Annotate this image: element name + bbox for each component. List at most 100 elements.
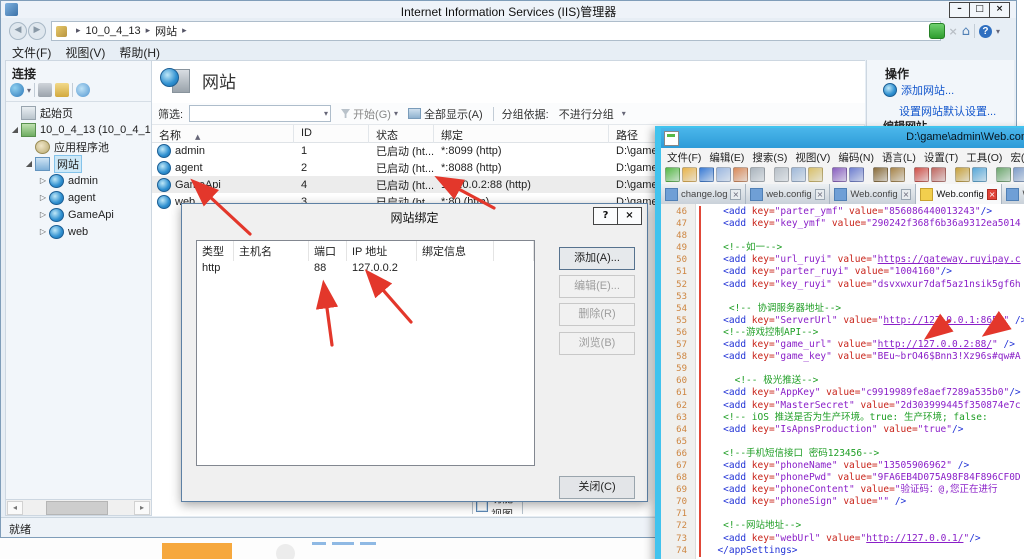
print-icon[interactable]: [750, 167, 765, 182]
notepad-menu-item[interactable]: 宏(M): [1006, 148, 1024, 165]
binding-column-端口[interactable]: 端口: [309, 241, 347, 261]
binding-column-绑定信息[interactable]: 绑定信息: [417, 241, 494, 261]
tree-expander[interactable]: ▷: [38, 193, 48, 202]
tab-close-icon[interactable]: ×: [815, 189, 826, 200]
search-icon[interactable]: [76, 83, 90, 97]
code-line[interactable]: 60 <!-- 极光推送-->: [661, 375, 1024, 387]
code-line[interactable]: 67 <add key="phoneName" value="135059069…: [661, 460, 1024, 472]
save-all-icon[interactable]: [716, 167, 731, 182]
code-line[interactable]: 65: [661, 436, 1024, 448]
editor-tab-Web.config[interactable]: Web.config×: [830, 184, 916, 204]
editor-tab-web.config[interactable]: web.config×: [746, 184, 830, 204]
replace-icon[interactable]: [890, 167, 905, 182]
binding-column-主机名[interactable]: 主机名: [234, 241, 309, 261]
zoom-out-icon[interactable]: [931, 167, 946, 182]
bindings-list[interactable]: 类型主机名端口IP 地址绑定信息 http88127.0.0.2: [196, 240, 535, 466]
code-line[interactable]: 71: [661, 508, 1024, 520]
group-by-select[interactable]: 不进行分组 ▾: [555, 105, 628, 123]
binding-column-IP 地址[interactable]: IP 地址: [347, 241, 417, 261]
connect-dropdown-caret[interactable]: ▾: [27, 86, 31, 95]
refresh-icon[interactable]: [929, 23, 945, 39]
open-file-icon[interactable]: [682, 167, 697, 182]
action-link-0[interactable]: 添加网站...: [883, 82, 1012, 98]
code-line[interactable]: 68 <add key="phonePwd" value="9FA6EB4D07…: [661, 472, 1024, 484]
close-button[interactable]: ×: [989, 2, 1010, 18]
horizontal-scrollbar[interactable]: ◂ ▸: [6, 499, 151, 515]
code-line[interactable]: 63 <!-- iOS 推送是否为生产环境。true: 生产环境; false:: [661, 412, 1024, 424]
code-line[interactable]: 54 <!-- 协调服务器地址-->: [661, 303, 1024, 315]
code-line[interactable]: 70 <add key="phoneSign" value="" />: [661, 496, 1024, 508]
tree-item-admin[interactable]: ▷admin: [6, 172, 151, 189]
close-button[interactable]: 关闭(C): [559, 476, 635, 499]
code-line[interactable]: 49 <!--如一-->: [661, 242, 1024, 254]
find-icon[interactable]: [873, 167, 888, 182]
code-line[interactable]: 51 <add key="parter_ruyi" value="1004160…: [661, 266, 1024, 278]
go-button[interactable]: 开始(G) ▾: [341, 106, 398, 122]
breadcrumb[interactable]: ▸10_0_4_13▸网站▸: [51, 21, 941, 41]
tree-expander[interactable]: ◢: [24, 159, 34, 168]
notepad-menu-item[interactable]: 文件(F): [663, 148, 705, 165]
copy-icon[interactable]: [791, 167, 806, 182]
tree-item-agent[interactable]: ▷agent: [6, 189, 151, 206]
code-line[interactable]: 52 <add key="key_ruyi" value="dsvxwxur7d…: [661, 279, 1024, 291]
breadcrumb-segment[interactable]: 10_0_4_13: [86, 25, 141, 37]
code-line[interactable]: 64 <add key="IsApnsProduction" value="tr…: [661, 424, 1024, 436]
editor-tab-Web.config[interactable]: Web.config×: [916, 184, 1002, 204]
new-file-icon[interactable]: [665, 167, 680, 182]
breadcrumb-segment[interactable]: 网站: [155, 23, 177, 39]
code-line[interactable]: 73 <add key="webUrl" value="http://127.0…: [661, 533, 1024, 545]
code-line[interactable]: 50 <add key="url_ruyi" value="https://ga…: [661, 254, 1024, 266]
notepad-menu-item[interactable]: 工具(O): [962, 148, 1006, 165]
code-line[interactable]: 55 <add key="ServerUrl" value="http://12…: [661, 315, 1024, 327]
notepad-menu-item[interactable]: 编辑(E): [705, 148, 748, 165]
tree-expander[interactable]: ▷: [38, 227, 48, 236]
tree-item--[interactable]: 起始页: [6, 104, 151, 121]
scrollbar-thumb[interactable]: [46, 501, 108, 515]
code-line[interactable]: 57 <add key="game_url" value="http://127…: [661, 339, 1024, 351]
tree-item-web[interactable]: ▷web: [6, 223, 151, 240]
editor-tab-change.log[interactable]: change.log×: [661, 184, 746, 204]
notepad-menu-item[interactable]: 视图(V): [791, 148, 834, 165]
close-icon[interactable]: [733, 167, 748, 182]
cut-icon[interactable]: [774, 167, 789, 182]
code-area[interactable]: 46 <add key="parter_ymf" value="85608644…: [661, 206, 1024, 557]
code-line[interactable]: 59: [661, 363, 1024, 375]
home-icon[interactable]: ⌂: [962, 24, 970, 39]
notepad-titlebar[interactable]: D:\game\admin\Web.con: [661, 128, 1024, 148]
iis-titlebar[interactable]: Internet Information Services (IIS)管理器 –…: [1, 1, 1016, 18]
help-dropdown-caret[interactable]: ▾: [996, 27, 1000, 36]
binding-row[interactable]: http88127.0.0.2: [197, 261, 534, 275]
code-line[interactable]: 62 <add key="MasterSecret" value="2d3039…: [661, 400, 1024, 412]
zoom-in-icon[interactable]: [914, 167, 929, 182]
code-line[interactable]: 48: [661, 230, 1024, 242]
notepad-menu-item[interactable]: 编码(N): [834, 148, 878, 165]
code-line[interactable]: 47 <add key="key_ymf" value="290242f368f…: [661, 218, 1024, 230]
connect-icon[interactable]: [10, 83, 24, 97]
dialog-close-button[interactable]: ×: [617, 207, 642, 225]
tab-close-icon[interactable]: ×: [730, 189, 741, 200]
code-line[interactable]: 66 <!--手机短信接口 密码123456-->: [661, 448, 1024, 460]
paste-icon[interactable]: [808, 167, 823, 182]
notepad-menu-item[interactable]: 语言(L): [878, 148, 920, 165]
code-line[interactable]: 72 <!--网站地址-->: [661, 520, 1024, 532]
filter-input[interactable]: ▾: [189, 105, 331, 122]
code-line[interactable]: 53: [661, 291, 1024, 303]
code-line[interactable]: 46 <add key="parter_ymf" value="85608644…: [661, 206, 1024, 218]
tree-item-gameapi[interactable]: ▷GameApi: [6, 206, 151, 223]
save-icon[interactable]: [38, 83, 52, 97]
back-button[interactable]: ◀: [9, 22, 27, 40]
code-line[interactable]: 61 <add key="AppKey" value="c9919989fe8a…: [661, 387, 1024, 399]
tree-expander[interactable]: ▷: [38, 210, 48, 219]
bindings-list-header[interactable]: 类型主机名端口IP 地址绑定信息: [197, 241, 534, 261]
play-macro-icon[interactable]: [972, 167, 987, 182]
binding-column-类型[interactable]: 类型: [197, 241, 234, 261]
column-header-绑定[interactable]: 绑定: [434, 125, 609, 143]
show-symbol-icon[interactable]: [1013, 167, 1024, 182]
column-header-名称[interactable]: 名称▲: [152, 125, 294, 143]
editor-tab-Web.config[interactable]: Web.config×: [1002, 184, 1024, 204]
maximize-button[interactable]: □: [969, 2, 990, 18]
notepad-menu-item[interactable]: 搜索(S): [748, 148, 791, 165]
column-header-状态[interactable]: 状态: [369, 125, 434, 143]
redo-icon[interactable]: [849, 167, 864, 182]
add-binding-button[interactable]: 添加(A)...: [559, 247, 635, 270]
